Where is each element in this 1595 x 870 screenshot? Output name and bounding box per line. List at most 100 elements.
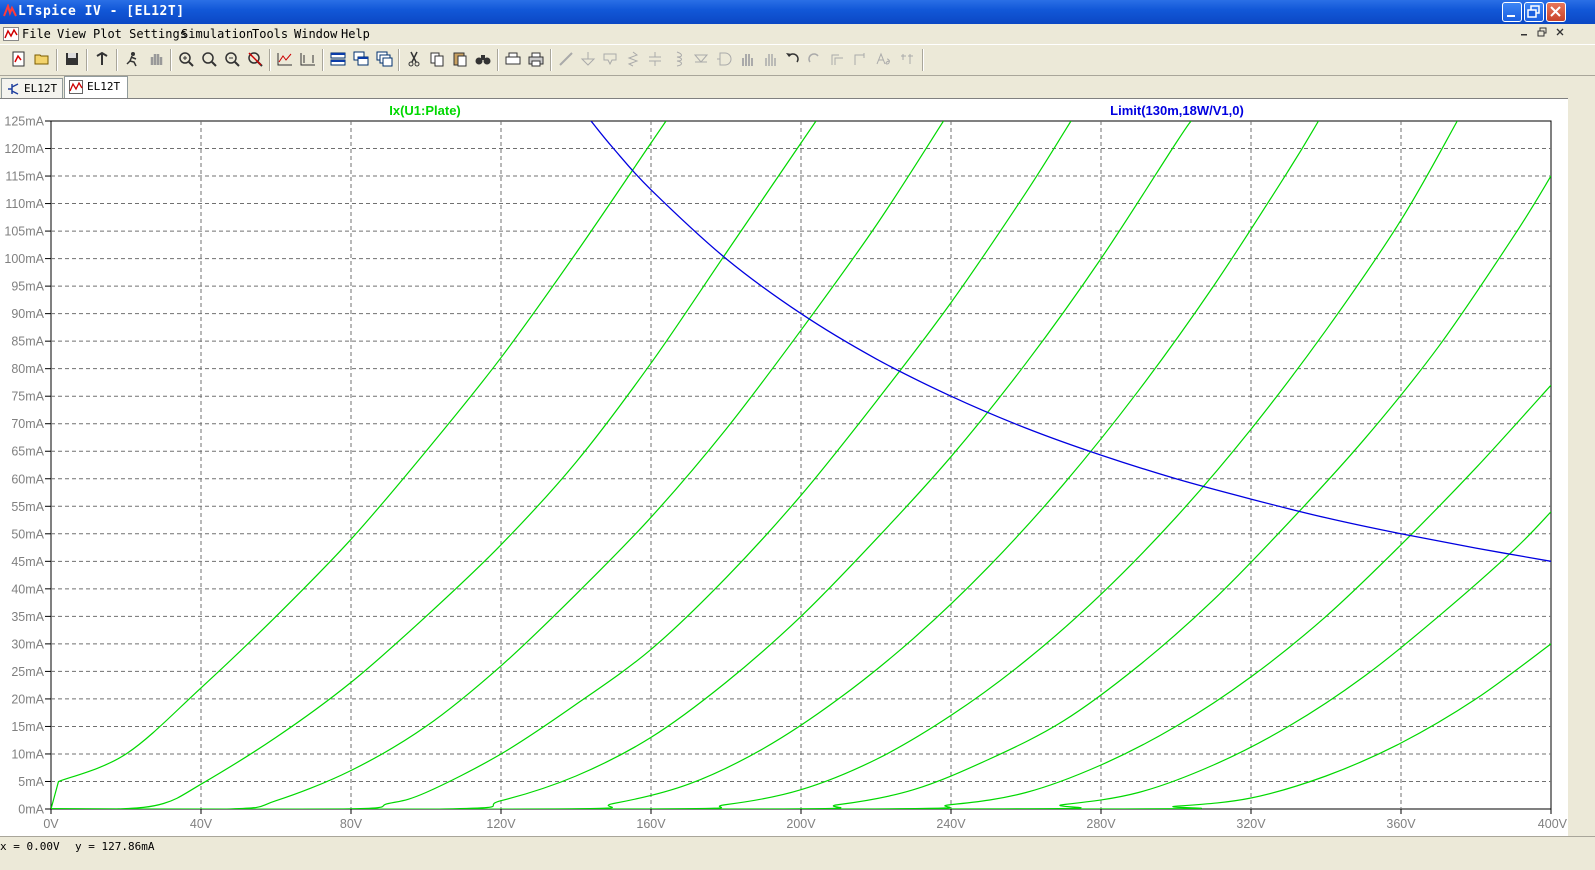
component-icon[interactable] — [714, 50, 734, 70]
tab-waveform-label: EL12T — [87, 80, 121, 93]
y-tick-label: 55mA — [11, 500, 44, 514]
redo-icon[interactable] — [805, 50, 825, 70]
print-icon[interactable] — [526, 50, 546, 70]
menu-view[interactable]: View — [57, 27, 86, 41]
minimize-button[interactable] — [1502, 2, 1522, 22]
restore-button[interactable] — [1524, 2, 1544, 22]
y-tick-label: 110mA — [5, 197, 44, 211]
cut-icon[interactable] — [404, 50, 424, 70]
tab-waveform[interactable]: EL12T — [64, 76, 128, 98]
y-tick-label: 50mA — [11, 527, 44, 541]
cascade-icon[interactable] — [351, 50, 371, 70]
tab-schematic[interactable]: EL12T — [1, 78, 63, 98]
schematic-icon — [6, 82, 20, 96]
x-tick-label: 280V — [1086, 817, 1116, 831]
drag-icon[interactable] — [760, 50, 780, 70]
y-tick-label: 95mA — [11, 280, 44, 294]
plate-current-curve-6 — [51, 121, 1320, 809]
y-tick-label: 100mA — [4, 252, 44, 266]
mdi-minimize-button[interactable] — [1519, 27, 1529, 40]
x-tick-label: 360V — [1386, 817, 1416, 831]
print-setup-icon[interactable] — [503, 50, 523, 70]
window-title: LTspice IV - [EL12T] — [18, 4, 185, 19]
y-tick-label: 65mA — [11, 445, 44, 459]
y-tick-label: 115mA — [5, 170, 44, 184]
x-tick-label: 320V — [1236, 817, 1266, 831]
tile-vertical-icon[interactable] — [374, 50, 394, 70]
y-tick-label: 45mA — [11, 555, 44, 569]
menu-help[interactable]: Help — [341, 27, 370, 41]
move-icon[interactable] — [737, 50, 757, 70]
mdi-close-button[interactable] — [1555, 27, 1565, 40]
close-button[interactable] — [1546, 2, 1566, 22]
x-tick-label: 200V — [786, 817, 816, 831]
control-panel-icon[interactable] — [92, 50, 112, 70]
autorange-icon[interactable] — [275, 50, 295, 70]
new-schematic-icon[interactable] — [9, 50, 29, 70]
add-trace-icon[interactable] — [298, 50, 318, 70]
plate-current-curve-7 — [51, 121, 1458, 809]
capacitor-icon[interactable] — [645, 50, 665, 70]
find-icon[interactable] — [473, 50, 493, 70]
y-tick-label: 10mA — [11, 747, 44, 761]
plot-pane[interactable]: 0mA 5mA 10mA 15mA 20mA 25mA 30mA 35mA 40mA 45mA 50… — [0, 99, 1568, 837]
waveform-viewer[interactable]: 0mA 5mA 10mA 15mA 20mA 25mA 30mA 35mA 40mA 45mA 50… — [0, 98, 1568, 837]
x-tick-label: 400V — [1538, 817, 1568, 831]
wire-icon[interactable] — [556, 50, 576, 70]
mdi-restore-button[interactable] — [1537, 27, 1547, 40]
x-tick-label: 240V — [936, 817, 966, 831]
y-tick-label: 15mA — [11, 720, 44, 734]
menu-tools[interactable]: Tools — [252, 27, 288, 41]
cursor-y-readout: y = 127.86mA — [75, 840, 155, 853]
mirror-icon[interactable] — [851, 50, 871, 70]
y-tick-label: 125mA — [4, 115, 44, 129]
y-tick-label: 40mA — [11, 582, 44, 596]
plate-current-curve-5 — [51, 121, 1192, 809]
diode-icon[interactable] — [691, 50, 711, 70]
y-tick-label: 80mA — [11, 362, 44, 376]
cursor-x-readout: x = 0.00V — [0, 840, 60, 853]
label-net-icon[interactable] — [600, 50, 620, 70]
zoom-area-icon[interactable] — [199, 50, 219, 70]
y-tick-label: 35mA — [11, 610, 44, 624]
status-bar: x = 0.00V y = 127.86mA — [0, 836, 1595, 870]
zoom-in-icon[interactable] — [176, 50, 196, 70]
run-icon[interactable] — [122, 50, 142, 70]
zoom-out-icon[interactable] — [222, 50, 242, 70]
menu-plot-settings[interactable]: Plot Settings — [93, 27, 187, 41]
text-icon[interactable] — [874, 50, 894, 70]
power-limit-curve — [590, 121, 1551, 562]
spice-directive-icon[interactable] — [897, 50, 917, 70]
ground-icon[interactable] — [578, 50, 598, 70]
copy-icon[interactable] — [427, 50, 447, 70]
y-tick-label: 60mA — [11, 472, 44, 486]
menu-simulation[interactable]: Simulation — [181, 27, 253, 41]
x-tick-label: 0V — [43, 817, 59, 831]
menu-bar: File View Plot Settings Simulation Tools… — [0, 24, 1595, 44]
menu-window[interactable]: Window — [294, 27, 337, 41]
plate-current-curve-2 — [51, 121, 817, 809]
plot-side-panel — [1568, 98, 1595, 836]
rotate-icon[interactable] — [828, 50, 848, 70]
paste-icon[interactable] — [450, 50, 470, 70]
y-tick-label: 30mA — [11, 637, 44, 651]
resistor-icon[interactable] — [623, 50, 643, 70]
save-icon[interactable] — [62, 50, 82, 70]
undo-icon[interactable] — [782, 50, 802, 70]
halt-icon[interactable] — [146, 50, 166, 70]
menu-file[interactable]: File — [22, 27, 51, 41]
trace-label-limit[interactable]: Limit(130m,18W/V1,0) — [1110, 103, 1244, 118]
waveform-icon — [69, 80, 83, 94]
y-tick-label: 85mA — [11, 335, 44, 349]
ltspice-logo-icon — [3, 2, 17, 18]
open-icon[interactable] — [32, 50, 52, 70]
tile-horizontal-icon[interactable] — [328, 50, 348, 70]
y-tick-label: 105mA — [4, 225, 44, 239]
y-tick-label: 20mA — [11, 692, 44, 706]
toolbar — [0, 44, 1595, 76]
zoom-cancel-icon[interactable] — [245, 50, 265, 70]
title-bar: LTspice IV - [EL12T] — [0, 0, 1595, 24]
inductor-icon[interactable] — [668, 50, 688, 70]
plate-current-curve-4 — [51, 121, 1072, 809]
trace-label-plate-current[interactable]: Ix(U1:Plate) — [389, 103, 461, 118]
